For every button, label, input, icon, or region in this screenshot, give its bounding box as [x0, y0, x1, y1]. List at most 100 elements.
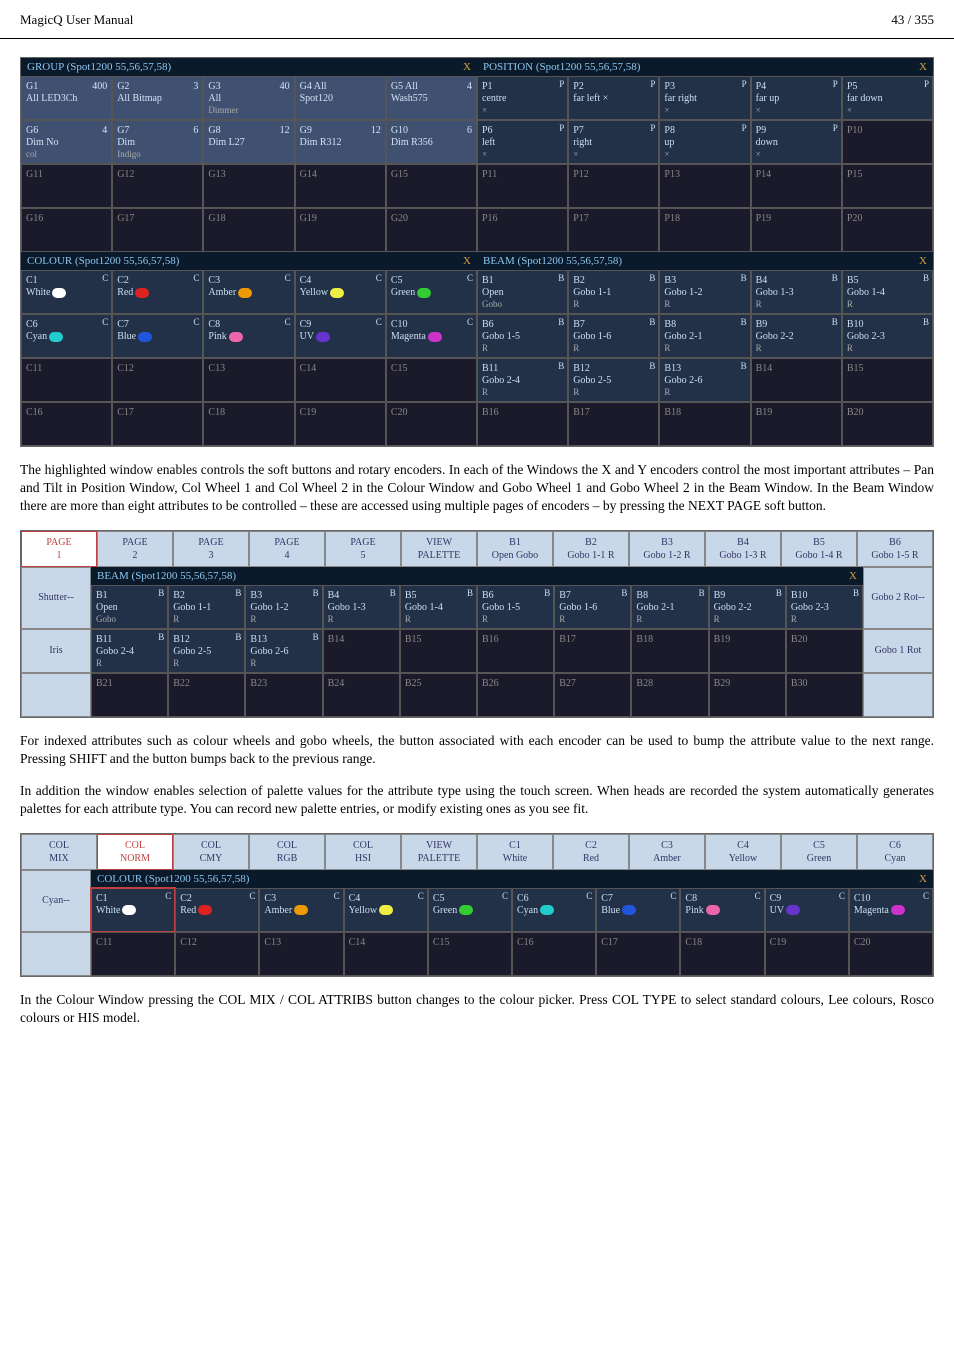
palette-cell[interactable]: B11BGobo 2-4R: [477, 358, 568, 402]
palette-cell[interactable]: C3CAmber: [259, 888, 343, 932]
palette-cell[interactable]: B9BGobo 2-2R: [751, 314, 842, 358]
close-icon[interactable]: X: [463, 255, 471, 267]
encoder-label-right[interactable]: Gobo 2 Rot--: [863, 567, 933, 629]
palette-cell[interactable]: C7CBlue: [596, 888, 680, 932]
palette-cell[interactable]: B9BGobo 2-2R: [709, 585, 786, 629]
soft-button[interactable]: B2Gobo 1-1 R: [553, 531, 629, 567]
palette-cell[interactable]: G20: [386, 208, 477, 252]
palette-cell[interactable]: C17: [596, 932, 680, 976]
palette-cell[interactable]: P1Pcentre×: [477, 76, 568, 120]
palette-cell[interactable]: G9 12Dim R312: [295, 120, 386, 164]
palette-cell[interactable]: B7BGobo 1-6R: [554, 585, 631, 629]
palette-cell[interactable]: C6CCyan: [512, 888, 596, 932]
palette-cell[interactable]: P8Pup×: [659, 120, 750, 164]
palette-cell[interactable]: C20: [386, 402, 477, 446]
palette-cell[interactable]: C16: [21, 402, 112, 446]
palette-cell[interactable]: P17: [568, 208, 659, 252]
palette-cell[interactable]: B1BOpenGobo: [91, 585, 168, 629]
encoder-label[interactable]: Shutter--: [21, 567, 91, 629]
palette-cell[interactable]: C1CWhite: [21, 270, 112, 314]
soft-button[interactable]: B1Open Gobo: [477, 531, 553, 567]
soft-button[interactable]: C3Amber: [629, 834, 705, 870]
soft-button[interactable]: VIEWPALETTE: [401, 834, 477, 870]
palette-cell[interactable]: B10BGobo 2-3R: [842, 314, 933, 358]
palette-cell[interactable]: C10CMagenta: [386, 314, 477, 358]
soft-button[interactable]: PAGE1: [21, 531, 97, 567]
palette-cell[interactable]: C6CCyan: [21, 314, 112, 358]
palette-cell[interactable]: B28: [631, 673, 708, 717]
palette-cell[interactable]: B11BGobo 2-4R: [91, 629, 168, 673]
soft-button[interactable]: B5Gobo 1-4 R: [781, 531, 857, 567]
soft-button[interactable]: VIEWPALETTE: [401, 531, 477, 567]
palette-cell[interactable]: P13: [659, 164, 750, 208]
palette-cell[interactable]: B15: [400, 629, 477, 673]
palette-cell[interactable]: G8 12Dim L27: [203, 120, 294, 164]
palette-cell[interactable]: C13: [259, 932, 343, 976]
palette-cell[interactable]: C7CBlue: [112, 314, 203, 358]
palette-cell[interactable]: B17: [554, 629, 631, 673]
palette-cell[interactable]: P15: [842, 164, 933, 208]
palette-cell[interactable]: C14: [344, 932, 428, 976]
palette-cell[interactable]: P20: [842, 208, 933, 252]
close-icon[interactable]: X: [919, 873, 927, 885]
palette-cell[interactable]: P12: [568, 164, 659, 208]
encoder-label-right[interactable]: Gobo 1 Rot: [863, 629, 933, 673]
palette-cell[interactable]: P6Pleft×: [477, 120, 568, 164]
palette-cell[interactable]: B22: [168, 673, 245, 717]
palette-cell[interactable]: C8CPink: [203, 314, 294, 358]
palette-cell[interactable]: B18: [631, 629, 708, 673]
palette-cell[interactable]: C17: [112, 402, 203, 446]
palette-cell[interactable]: G5 All 4Wash575: [386, 76, 477, 120]
soft-button[interactable]: COLRGB: [249, 834, 325, 870]
soft-button[interactable]: COLCMY: [173, 834, 249, 870]
palette-cell[interactable]: B14: [323, 629, 400, 673]
palette-cell[interactable]: G2 3All Bitmap: [112, 76, 203, 120]
palette-cell[interactable]: B20: [842, 402, 933, 446]
palette-cell[interactable]: C4CYellow: [295, 270, 386, 314]
palette-cell[interactable]: C18: [680, 932, 764, 976]
palette-cell[interactable]: B8BGobo 2-1R: [631, 585, 708, 629]
palette-cell[interactable]: B4BGobo 1-3R: [751, 270, 842, 314]
encoder-label[interactable]: [21, 932, 91, 976]
encoder-label[interactable]: Cyan--: [21, 870, 91, 932]
palette-cell[interactable]: P2Pfar left ×: [568, 76, 659, 120]
close-icon[interactable]: X: [919, 255, 927, 267]
palette-cell[interactable]: P9Pdown×: [751, 120, 842, 164]
palette-cell[interactable]: C2CRed: [175, 888, 259, 932]
palette-cell[interactable]: C2CRed: [112, 270, 203, 314]
palette-cell[interactable]: B13BGobo 2-6R: [245, 629, 322, 673]
palette-cell[interactable]: C11: [21, 358, 112, 402]
soft-button[interactable]: COLMIX: [21, 834, 97, 870]
soft-button[interactable]: COLHSI: [325, 834, 401, 870]
palette-cell[interactable]: B2BGobo 1-1R: [568, 270, 659, 314]
palette-cell[interactable]: B14: [751, 358, 842, 402]
palette-cell[interactable]: B3BGobo 1-2R: [659, 270, 750, 314]
palette-cell[interactable]: B5BGobo 1-4R: [842, 270, 933, 314]
palette-cell[interactable]: G7 6DimIndigo: [112, 120, 203, 164]
palette-cell[interactable]: B13BGobo 2-6R: [659, 358, 750, 402]
soft-button[interactable]: B4Gobo 1-3 R: [705, 531, 781, 567]
palette-cell[interactable]: P11: [477, 164, 568, 208]
palette-cell[interactable]: C9CUV: [295, 314, 386, 358]
soft-button[interactable]: PAGE2: [97, 531, 173, 567]
soft-button[interactable]: B3Gobo 1-2 R: [629, 531, 705, 567]
soft-button[interactable]: COLNORM: [97, 834, 173, 870]
palette-cell[interactable]: C12: [112, 358, 203, 402]
palette-cell[interactable]: C19: [765, 932, 849, 976]
palette-cell[interactable]: G1 400All LED3Ch: [21, 76, 112, 120]
palette-cell[interactable]: P18: [659, 208, 750, 252]
palette-cell[interactable]: B18: [659, 402, 750, 446]
soft-button[interactable]: C4Yellow: [705, 834, 781, 870]
palette-cell[interactable]: C8CPink: [680, 888, 764, 932]
palette-cell[interactable]: B30: [786, 673, 863, 717]
palette-cell[interactable]: C16: [512, 932, 596, 976]
palette-cell[interactable]: B29: [709, 673, 786, 717]
palette-cell[interactable]: P14: [751, 164, 842, 208]
close-icon[interactable]: X: [919, 61, 927, 73]
palette-cell[interactable]: C15: [428, 932, 512, 976]
palette-cell[interactable]: C9CUV: [765, 888, 849, 932]
palette-cell[interactable]: B5BGobo 1-4R: [400, 585, 477, 629]
palette-cell[interactable]: B1BOpenGobo: [477, 270, 568, 314]
soft-button[interactable]: C2Red: [553, 834, 629, 870]
palette-cell[interactable]: C5CGreen: [428, 888, 512, 932]
